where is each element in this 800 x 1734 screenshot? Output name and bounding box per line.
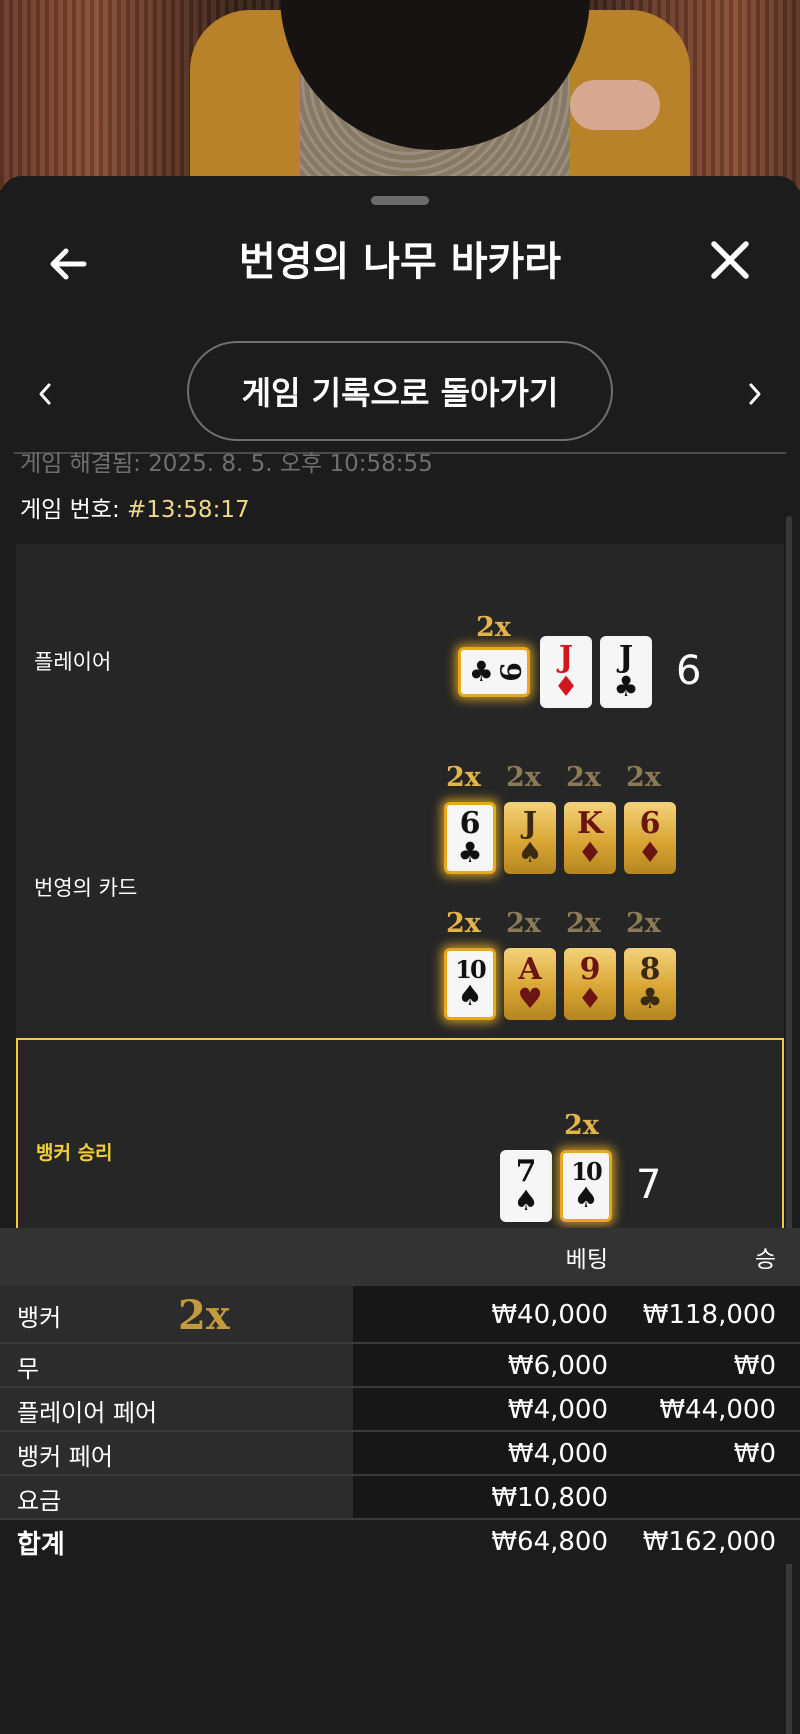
prosperity-top-card-4: 6 ♦ bbox=[624, 802, 676, 874]
banker-card-2-multiplier: 2x bbox=[564, 1110, 599, 1141]
banker-card-2-suit: ♠ bbox=[573, 1181, 599, 1214]
prosperity-bottom-2-multiplier: 2x bbox=[506, 908, 541, 939]
prosperity-bottom-1-multiplier: 2x bbox=[446, 908, 481, 939]
win-amount: ₩0 bbox=[733, 1351, 776, 1381]
prosperity-bottom-card-3-suit: ♦ bbox=[577, 982, 603, 1015]
win-amount: ₩44,000 bbox=[659, 1395, 776, 1425]
bets-table-header: 베팅 승 bbox=[0, 1228, 800, 1286]
bet-amount: ₩10,800 bbox=[491, 1483, 608, 1513]
total-bet-amount: ₩64,800 bbox=[491, 1527, 608, 1557]
player-card-3-rank: J bbox=[618, 640, 634, 675]
prosperity-bottom-card-2-suit: ♥ bbox=[517, 982, 543, 1015]
banker-card-2: 10 ♠ bbox=[560, 1150, 612, 1222]
prosperity-top-1-multiplier: 2x bbox=[446, 762, 481, 793]
banker-card-1: 7 ♠ bbox=[500, 1150, 552, 1222]
player-card-2: J ♦ bbox=[540, 636, 592, 708]
prosperity-top-4-multiplier: 2x bbox=[626, 762, 661, 793]
game-number-label: 게임 번호: bbox=[20, 497, 120, 523]
bet-column-header: 베팅 bbox=[565, 1247, 608, 1273]
table-row: 뱅커 2x ₩40,000 ₩118,000 bbox=[0, 1286, 800, 1344]
prosperity-bottom-card-4-rank: 8 bbox=[639, 952, 661, 987]
win-amount: ₩118,000 bbox=[642, 1300, 776, 1330]
player-card-3: J ♣ bbox=[600, 636, 652, 708]
close-icon bbox=[711, 241, 749, 279]
player-card-3-suit: ♣ bbox=[613, 670, 639, 703]
bet-type-label: 플레이어 페어 bbox=[0, 1388, 353, 1432]
prosperity-bottom-4-multiplier: 2x bbox=[626, 908, 661, 939]
prosperity-top-card-4-suit: ♦ bbox=[637, 836, 663, 869]
win-column-header: 승 bbox=[754, 1247, 776, 1273]
prosperity-bottom-card-3-rank: 9 bbox=[579, 952, 601, 987]
table-row: 무 ₩6,000 ₩0 bbox=[0, 1344, 800, 1388]
live-video-feed bbox=[0, 0, 800, 190]
bet-amount: ₩40,000 bbox=[491, 1300, 608, 1330]
prosperity-top-card-4-rank: 6 bbox=[639, 806, 661, 841]
dealer-image bbox=[190, 0, 690, 190]
prosperity-top-card-1: 6 ♣ bbox=[444, 802, 496, 874]
banker-card-1-suit: ♠ bbox=[513, 1184, 539, 1217]
win-amount: ₩0 bbox=[733, 1439, 776, 1469]
game-number-value: #13:58:17 bbox=[127, 497, 250, 523]
table-total-row: 합계 ₩64,800 ₩162,000 bbox=[0, 1520, 800, 1564]
bet-type-label: 무 bbox=[0, 1344, 353, 1388]
prosperity-top-card-2-rank: J bbox=[522, 806, 538, 841]
bet-multiplier-badge: 2x bbox=[178, 1291, 230, 1339]
prosperity-top-3-multiplier: 2x bbox=[566, 762, 601, 793]
game-history-sheet: 번영의 나무 바카라 게임 기록으로 돌아가기 게임 해결됨: 2025. 8.… bbox=[0, 176, 800, 1734]
prosperity-top-card-1-rank: 6 bbox=[459, 806, 481, 841]
prosperity-top-card-3: K ♦ bbox=[564, 802, 616, 874]
bet-type-label: 요금 bbox=[0, 1476, 353, 1520]
banker-win-label: 뱅커 승리 bbox=[36, 1142, 113, 1164]
bet-amount: ₩4,000 bbox=[507, 1439, 608, 1469]
player-panel: 플레이어 2x ♣ 9 J ♦ J ♣ 6 bbox=[16, 544, 784, 720]
player-card-1: ♣ 9 bbox=[458, 647, 530, 697]
chevron-right-icon bbox=[749, 383, 761, 405]
table-row: 뱅커 페어 ₩4,000 ₩0 bbox=[0, 1432, 800, 1476]
player-card-2-suit: ♦ bbox=[553, 670, 579, 703]
bet-amount: ₩6,000 bbox=[507, 1351, 608, 1381]
bet-amount: ₩4,000 bbox=[507, 1395, 608, 1425]
player-card-2-rank: J bbox=[558, 640, 574, 675]
prosperity-label: 번영의 카드 bbox=[34, 876, 138, 900]
chevron-left-icon bbox=[39, 383, 51, 405]
prosperity-bottom-card-3: 9 ♦ bbox=[564, 948, 616, 1020]
page-title: 번영의 나무 바카라 bbox=[238, 239, 562, 285]
prosperity-bottom-card-1: 10 ♠ bbox=[444, 948, 496, 1020]
bet-type-label: 뱅커 페어 bbox=[0, 1432, 353, 1476]
player-card-1-suit: ♣ bbox=[468, 655, 494, 688]
prosperity-bottom-card-4: 8 ♣ bbox=[624, 948, 676, 1020]
banker-score: 7 bbox=[636, 1162, 662, 1208]
table-row: 플레이어 페어 ₩4,000 ₩44,000 bbox=[0, 1388, 800, 1432]
banker-card-1-rank: 7 bbox=[515, 1154, 537, 1189]
prosperity-bottom-card-4-suit: ♣ bbox=[637, 982, 663, 1015]
previous-game-button[interactable] bbox=[30, 374, 60, 414]
bet-type-label: 뱅커 bbox=[0, 1286, 353, 1344]
prosperity-top-2-multiplier: 2x bbox=[506, 762, 541, 793]
close-button[interactable] bbox=[700, 230, 760, 290]
prosperity-bottom-card-2: A ♥ bbox=[504, 948, 556, 1020]
prosperity-top-card-2: J ♠ bbox=[504, 802, 556, 874]
game-number: 게임 번호: #13:58:17 bbox=[20, 490, 250, 530]
prosperity-top-card-1-suit: ♣ bbox=[457, 836, 483, 869]
table-row: 요금 ₩10,800 bbox=[0, 1476, 800, 1520]
prosperity-top-card-3-rank: K bbox=[576, 806, 604, 841]
next-game-button[interactable] bbox=[740, 374, 770, 414]
total-label: 합계 bbox=[0, 1520, 353, 1564]
prosperity-bottom-card-2-rank: A bbox=[518, 952, 542, 987]
drag-handle[interactable] bbox=[371, 196, 429, 205]
prosperity-bottom-3-multiplier: 2x bbox=[566, 908, 601, 939]
total-win-amount: ₩162,000 bbox=[642, 1527, 776, 1557]
player-card-1-rank: 9 bbox=[493, 662, 527, 682]
player-label: 플레이어 bbox=[34, 650, 112, 674]
player-score: 6 bbox=[676, 648, 702, 694]
prosperity-top-card-3-suit: ♦ bbox=[577, 836, 603, 869]
game-resolved-time: 게임 해결됨: 2025. 8. 5. 오후 10:58:55 bbox=[20, 452, 433, 477]
prosperity-top-card-2-suit: ♠ bbox=[517, 836, 543, 869]
prosperity-bottom-card-1-suit: ♠ bbox=[457, 979, 483, 1012]
player-card-1-multiplier: 2x bbox=[476, 612, 511, 643]
back-to-history-button[interactable]: 게임 기록으로 돌아가기 bbox=[187, 341, 613, 441]
prosperity-cards-panel: 번영의 카드 2x 2x 2x 2x 6 ♣ J ♠ K ♦ 6 ♦ 2x 2x… bbox=[16, 720, 784, 1038]
